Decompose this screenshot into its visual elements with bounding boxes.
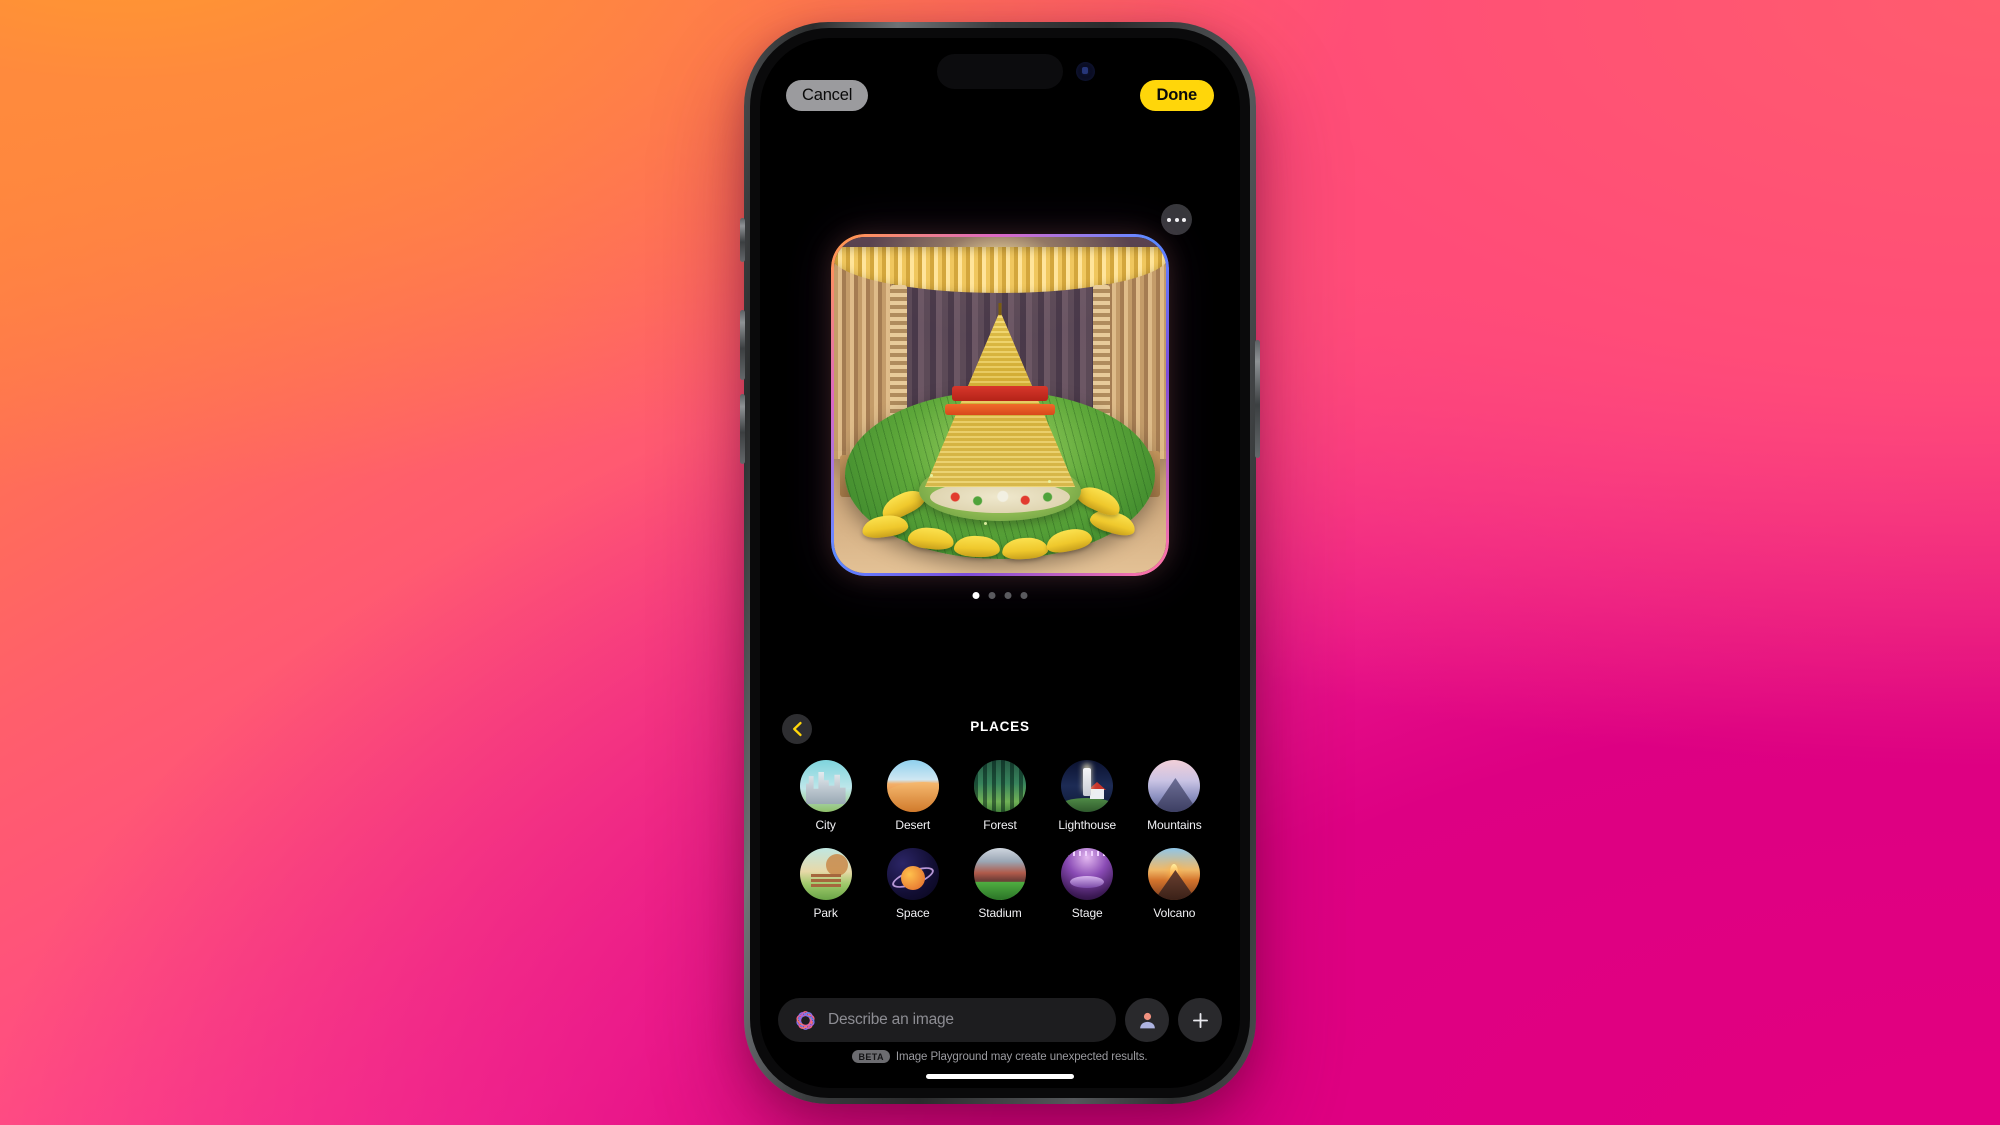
person-button[interactable] [1125, 998, 1169, 1042]
volume-down-button[interactable] [740, 394, 745, 464]
concept-item-space[interactable]: Space [869, 848, 956, 920]
plus-icon [1192, 1012, 1208, 1028]
desert-thumbnail-icon [886, 760, 939, 812]
category-header: PLACES [760, 714, 1240, 750]
camera-glint [1082, 67, 1088, 74]
space-thumbnail-icon [886, 848, 939, 900]
volcano-thumbnail-icon [1148, 848, 1201, 900]
generated-image-card[interactable] [831, 234, 1169, 576]
home-indicator[interactable] [926, 1074, 1074, 1079]
scene-cone-tip [998, 303, 1002, 315]
generated-image [834, 237, 1166, 573]
power-button[interactable] [1255, 340, 1260, 458]
person-icon [1139, 1012, 1155, 1028]
concept-label: Stage [1071, 906, 1103, 920]
page-dot-1[interactable] [972, 592, 980, 599]
lighthouse-house [1090, 789, 1105, 799]
ellipsis-dot [1182, 217, 1186, 222]
done-button[interactable]: Done [1139, 80, 1214, 111]
park-thumbnail-icon [799, 848, 852, 900]
stadium-pitch-line [999, 882, 1002, 900]
concept-label: Park [813, 906, 838, 920]
add-button[interactable] [1178, 998, 1222, 1042]
ellipsis-dot [1174, 217, 1179, 222]
prompt-field[interactable] [778, 998, 1116, 1042]
disclaimer-text: Image Playground may create unexpected r… [895, 1050, 1148, 1063]
page-dot-4[interactable] [1020, 592, 1028, 599]
concept-item-lighthouse[interactable]: Lighthouse [1044, 760, 1131, 832]
concept-item-park[interactable]: Park [782, 848, 869, 920]
concept-item-city[interactable]: City [782, 760, 869, 832]
forest-thumbnail-icon [973, 760, 1026, 812]
device-bezel: Cancel Done PLACES City Desert Forest Li… [750, 28, 1250, 1098]
concept-grid: City Desert Forest Lighthouse Mountains … [782, 760, 1218, 920]
concept-item-forest[interactable]: Forest [956, 760, 1043, 832]
stadium-thumbnail-icon [973, 848, 1026, 900]
concept-label: Forest [983, 818, 1017, 832]
beta-badge: BETA [852, 1050, 890, 1063]
device-chassis: Cancel Done PLACES City Desert Forest Li… [740, 22, 1260, 1104]
device-screen: Cancel Done PLACES City Desert Forest Li… [760, 38, 1240, 1088]
scene-cone-band-orange [945, 404, 1055, 415]
concept-label: City [815, 818, 836, 832]
scene-sparkle [930, 474, 933, 477]
scene-cone-band-red [952, 386, 1048, 401]
prompt-input[interactable] [828, 1011, 1100, 1029]
cancel-button[interactable]: Cancel [786, 80, 869, 111]
planet-ring [889, 862, 937, 893]
concept-item-desert[interactable]: Desert [869, 760, 956, 832]
concept-label: Volcano [1153, 906, 1196, 920]
concept-label: Mountains [1147, 818, 1202, 832]
scene-sparkle [984, 522, 987, 525]
concept-item-volcano[interactable]: Volcano [1131, 848, 1218, 920]
apple-intelligence-icon [796, 1010, 815, 1030]
disclaimer-row: BETA Image Playground may create unexpec… [760, 1050, 1240, 1063]
stage-lights [1067, 851, 1108, 856]
page-dot-3[interactable] [1004, 592, 1012, 599]
lighthouse-ground [1061, 798, 1114, 812]
ellipsis-dot [1167, 217, 1171, 222]
scene-sparkle [1048, 480, 1051, 483]
stage-thumbnail-icon [1061, 848, 1114, 900]
concept-label: Space [896, 906, 930, 920]
prompt-bar [778, 998, 1222, 1042]
page-dot-2[interactable] [988, 592, 996, 599]
page-indicator[interactable] [972, 592, 1028, 599]
action-button[interactable] [740, 218, 745, 262]
volcano-lava [1170, 864, 1179, 880]
concept-item-mountains[interactable]: Mountains [1131, 760, 1218, 832]
volume-up-button[interactable] [740, 310, 745, 380]
more-options-button[interactable] [1161, 204, 1192, 235]
concept-item-stage[interactable]: Stage [1044, 848, 1131, 920]
lighthouse-thumbnail-icon [1061, 760, 1114, 812]
concept-label: Stadium [978, 906, 1022, 920]
park-tree [825, 854, 848, 876]
top-bar: Cancel Done [760, 78, 1240, 124]
category-title: PLACES [970, 719, 1030, 734]
mountains-thumbnail-icon [1148, 760, 1201, 812]
concept-label: Desert [895, 818, 931, 832]
concept-label: Lighthouse [1058, 818, 1117, 832]
iphone-device-frame: Cancel Done PLACES City Desert Forest Li… [740, 22, 1260, 1104]
city-thumbnail-icon [799, 760, 852, 812]
concept-item-stadium[interactable]: Stadium [956, 848, 1043, 920]
